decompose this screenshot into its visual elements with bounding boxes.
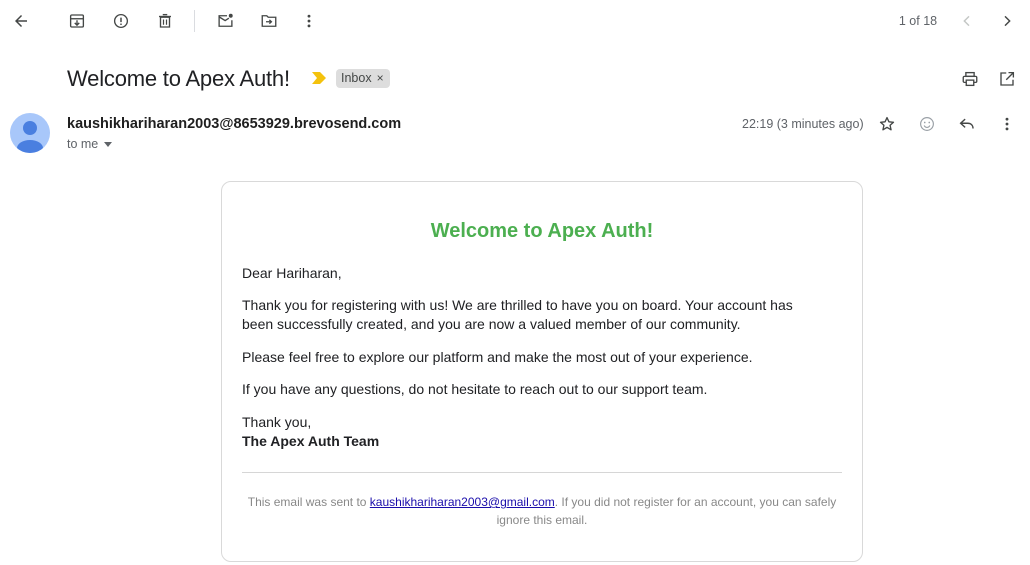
email-paragraph-1: Thank you for registering with us! We ar… [242,297,793,332]
mark-unread-icon [216,12,235,30]
sender-row: kaushikhariharan2003@8653929.brevosend.c… [0,110,1030,160]
more-vert-icon [998,115,1016,133]
move-to-button[interactable] [255,7,283,35]
email-closing: Thank you, [242,414,312,430]
open-in-new-icon [998,70,1016,88]
email-subject: Welcome to Apex Auth! [67,66,290,91]
message-more-button[interactable] [993,110,1021,138]
add-reaction-button[interactable] [913,110,941,138]
emoji-reaction-icon [918,115,936,133]
chevron-right-icon [999,13,1015,29]
footer-email-link[interactable]: kaushikhariharan2003@gmail.com [370,495,555,509]
footer-prefix: This email was sent to [247,495,370,509]
footer-divider [242,472,842,473]
star-icon [878,115,896,133]
recipient-details-toggle[interactable]: to me [67,137,113,151]
caret-down-icon [104,141,113,147]
chevron-left-icon [959,13,975,29]
email-heading: Welcome to Apex Auth! [430,220,654,242]
arrow-left-icon [12,12,30,30]
pager-count: 1 of 18 [898,14,938,28]
email-paragraph-3: If you have any questions, do not hesita… [242,381,708,397]
star-button[interactable] [873,110,901,138]
email-signature: The Apex Auth Team [242,433,380,449]
older-button[interactable] [953,7,981,35]
open-in-new-window-button[interactable] [993,65,1021,93]
toolbar-divider [194,10,195,32]
email-footer: This email was sent to kaushikhariharan2… [242,493,842,529]
subject-row: Welcome to Apex Auth! Inbox × [0,58,1030,100]
print-icon [961,70,979,88]
report-spam-icon [112,12,130,30]
importance-marker-icon[interactable] [312,72,326,84]
trash-icon [156,12,174,30]
sender-address[interactable]: kaushikhariharan2003@8653929.brevosend.c… [67,116,401,132]
more-vert-icon [300,12,318,30]
newer-button[interactable] [993,7,1021,35]
archive-icon [68,12,86,30]
more-options-button[interactable] [295,7,323,35]
recipient-label: to me [67,137,99,151]
email-paragraph-2: Please feel free to explore our platform… [242,349,753,365]
remove-label-button[interactable]: × [377,71,384,86]
received-time: 22:19 (3 minutes ago) [742,117,864,131]
move-to-folder-icon [260,12,278,30]
archive-button[interactable] [63,7,91,35]
reply-icon [958,115,976,133]
label-text: Inbox [341,71,372,85]
back-button[interactable] [7,7,35,35]
print-button[interactable] [956,65,984,93]
inbox-label-chip: Inbox × [336,69,390,88]
default-person-icon [17,121,43,153]
reply-button[interactable] [953,110,981,138]
avatar[interactable] [10,113,50,153]
report-spam-button[interactable] [107,7,135,35]
mark-unread-button[interactable] [211,7,239,35]
email-greeting: Dear Hariharan, [242,265,342,281]
email-body-card: Welcome to Apex Auth! Dear Hariharan, Th… [221,181,863,562]
delete-button[interactable] [151,7,179,35]
email-toolbar: 1 of 18 [0,0,1030,44]
